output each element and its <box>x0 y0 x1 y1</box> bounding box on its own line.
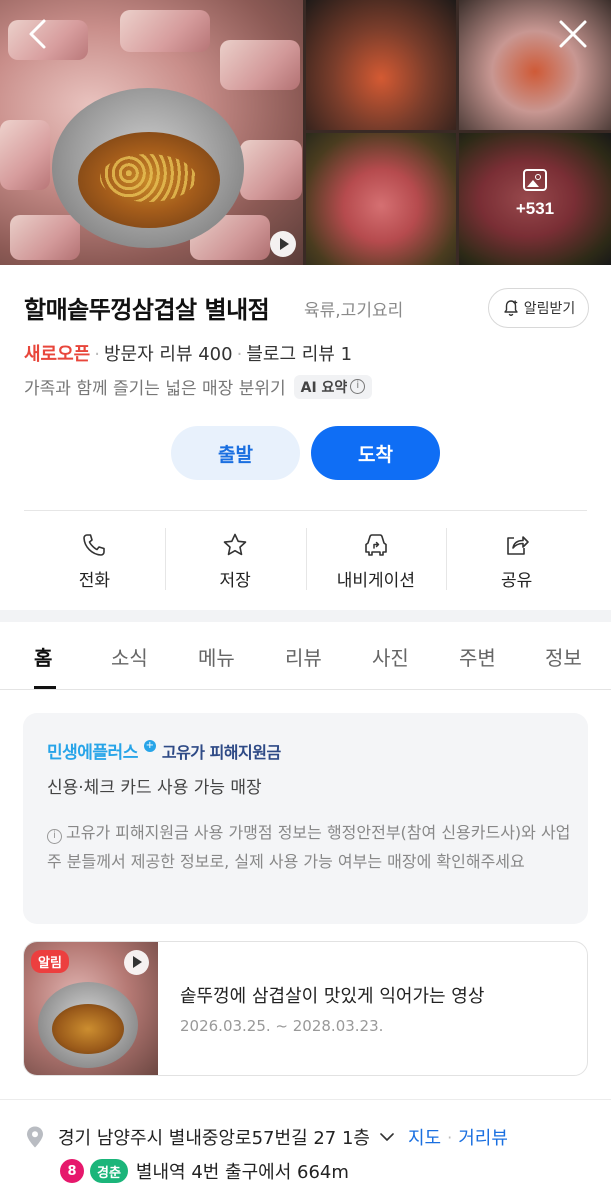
action-label: 공유 <box>500 570 533 591</box>
rail-line-badge: 경춘 <box>90 1159 128 1183</box>
tab-menu[interactable]: 메뉴 <box>198 642 235 671</box>
tab-bar: 홈 소식 메뉴 리뷰 사진 주변 정보 <box>0 622 611 690</box>
chevron-left-icon <box>29 19 46 49</box>
place-category: 육류,고기요리 <box>304 301 404 321</box>
notice-subtitle: 신용·체크 카드 사용 가능 매장 <box>47 778 262 798</box>
back-button[interactable] <box>22 16 58 52</box>
play-icon[interactable] <box>124 950 149 975</box>
share-button[interactable]: 공유 <box>446 522 587 600</box>
blog-review-link[interactable]: 블로그 리뷰 1 <box>246 344 352 365</box>
divider <box>24 510 587 511</box>
close-button[interactable] <box>555 16 591 52</box>
visitor-review-link[interactable]: 방문자 리뷰 400 <box>104 344 233 365</box>
tab-news[interactable]: 소식 <box>111 642 148 671</box>
ai-summary-badge[interactable]: AI 요약 i <box>293 374 373 399</box>
share-icon <box>506 535 529 555</box>
car-navigation-icon <box>365 533 387 556</box>
navigation-button[interactable]: 내비게이션 <box>305 522 447 600</box>
action-label: 저장 <box>219 570 251 591</box>
tab-home[interactable]: 홈 <box>34 642 52 671</box>
action-label: 내비게이션 <box>336 570 415 591</box>
thumbnail-photo[interactable] <box>306 133 456 265</box>
event-date-range: 2026.03.25. ~ 2028.03.23. <box>180 1017 384 1035</box>
photo-gallery[interactable]: +531 <box>0 0 611 265</box>
summary-text: 가족과 함께 즐기는 넓은 매장 분위기 <box>24 379 286 399</box>
more-photos-thumbnail[interactable]: +531 <box>459 133 611 265</box>
divider <box>0 1099 611 1100</box>
action-bar: 전화 저장 내비게이션 공유 <box>24 522 587 600</box>
notice-program: 고유가 피해지원금 <box>161 742 281 762</box>
chevron-down-icon[interactable] <box>378 1128 396 1146</box>
info-icon: i <box>47 829 62 844</box>
video-thumbnail[interactable]: 알림 <box>24 942 158 1075</box>
save-button[interactable]: 저장 <box>164 522 306 600</box>
place-name: 할매솥뚜껑삼겹살 별내점 <box>24 296 270 324</box>
tab-nearby[interactable]: 주변 <box>459 642 496 671</box>
brand-name: 민생에플러스 <box>47 743 138 763</box>
alert-tag: 알림 <box>31 950 69 973</box>
phone-icon <box>83 533 106 556</box>
bell-plus-icon <box>504 300 518 317</box>
event-video-card[interactable]: 알림 솥뚜껑에 삼겹살이 맛있게 익어가는 영상 2026.03.25. ~ 2… <box>23 941 588 1076</box>
depart-button[interactable]: 출발 <box>171 426 300 480</box>
close-icon <box>559 20 587 48</box>
notice-description: i 고유가 피해지원금 사용 가맹점 정보는 행정안전부(참여 신용카드사)와 사… <box>47 818 572 876</box>
tab-photos[interactable]: 사진 <box>372 642 409 671</box>
notice-brand: 민생에플러스 + 고유가 피해지원금 <box>47 738 281 763</box>
arrive-button[interactable]: 도착 <box>311 426 440 480</box>
map-link[interactable]: 지도 <box>408 1124 441 1150</box>
plus-icon: + <box>143 739 156 752</box>
station-distance: 별내역 4번 출구에서 664m <box>135 1162 349 1183</box>
subway-row: 8 경춘 별내역 4번 출구에서 664m <box>60 1158 349 1184</box>
tab-info[interactable]: 정보 <box>545 642 582 671</box>
tab-reviews[interactable]: 리뷰 <box>285 642 322 671</box>
ai-summary-label: AI 요약 <box>300 379 348 396</box>
section-separator <box>0 610 611 622</box>
street-view-link[interactable]: 거리뷰 <box>458 1124 508 1150</box>
status-badge: 새로오픈 <box>24 344 91 365</box>
thumbnail-photo[interactable] <box>306 0 456 130</box>
summary-row: 가족과 함께 즐기는 넓은 매장 분위기 AI 요약 i <box>24 374 373 399</box>
video-play-icon[interactable] <box>270 231 296 257</box>
alert-subscribe-label: 알림받기 <box>523 301 576 317</box>
subway-line-badge: 8 <box>60 1159 84 1183</box>
info-icon: i <box>350 379 366 394</box>
notice-card: 민생에플러스 + 고유가 피해지원금 신용·체크 카드 사용 가능 매장 i 고유… <box>23 713 588 924</box>
action-label: 전화 <box>78 570 111 591</box>
star-icon <box>223 533 247 555</box>
address-row: 경기 남양주시 별내중앙로57번길 27 1층 지도 · 거리뷰 <box>24 1124 508 1150</box>
location-pin-icon <box>27 1126 43 1148</box>
address-text: 경기 남양주시 별내중앙로57번길 27 1층 <box>58 1128 370 1149</box>
stats-row: 새로오픈 · 방문자 리뷰 400 · 블로그 리뷰 1 <box>24 344 353 365</box>
alert-subscribe-button[interactable]: 알림받기 <box>488 288 589 328</box>
more-photos-count: +531 <box>515 199 555 218</box>
event-title: 솥뚜껑에 삼겹살이 맛있게 익어가는 영상 <box>180 986 485 1007</box>
notice-description-text: 고유가 피해지원금 사용 가맹점 정보는 행정안전부(참여 신용카드사)와 사업… <box>47 823 571 871</box>
title-row: 할매솥뚜껑삼겹살 별내점 육류,고기요리 알림받기 <box>24 286 589 330</box>
image-icon <box>523 169 547 191</box>
active-tab-indicator <box>34 686 56 689</box>
call-button[interactable]: 전화 <box>24 522 165 600</box>
